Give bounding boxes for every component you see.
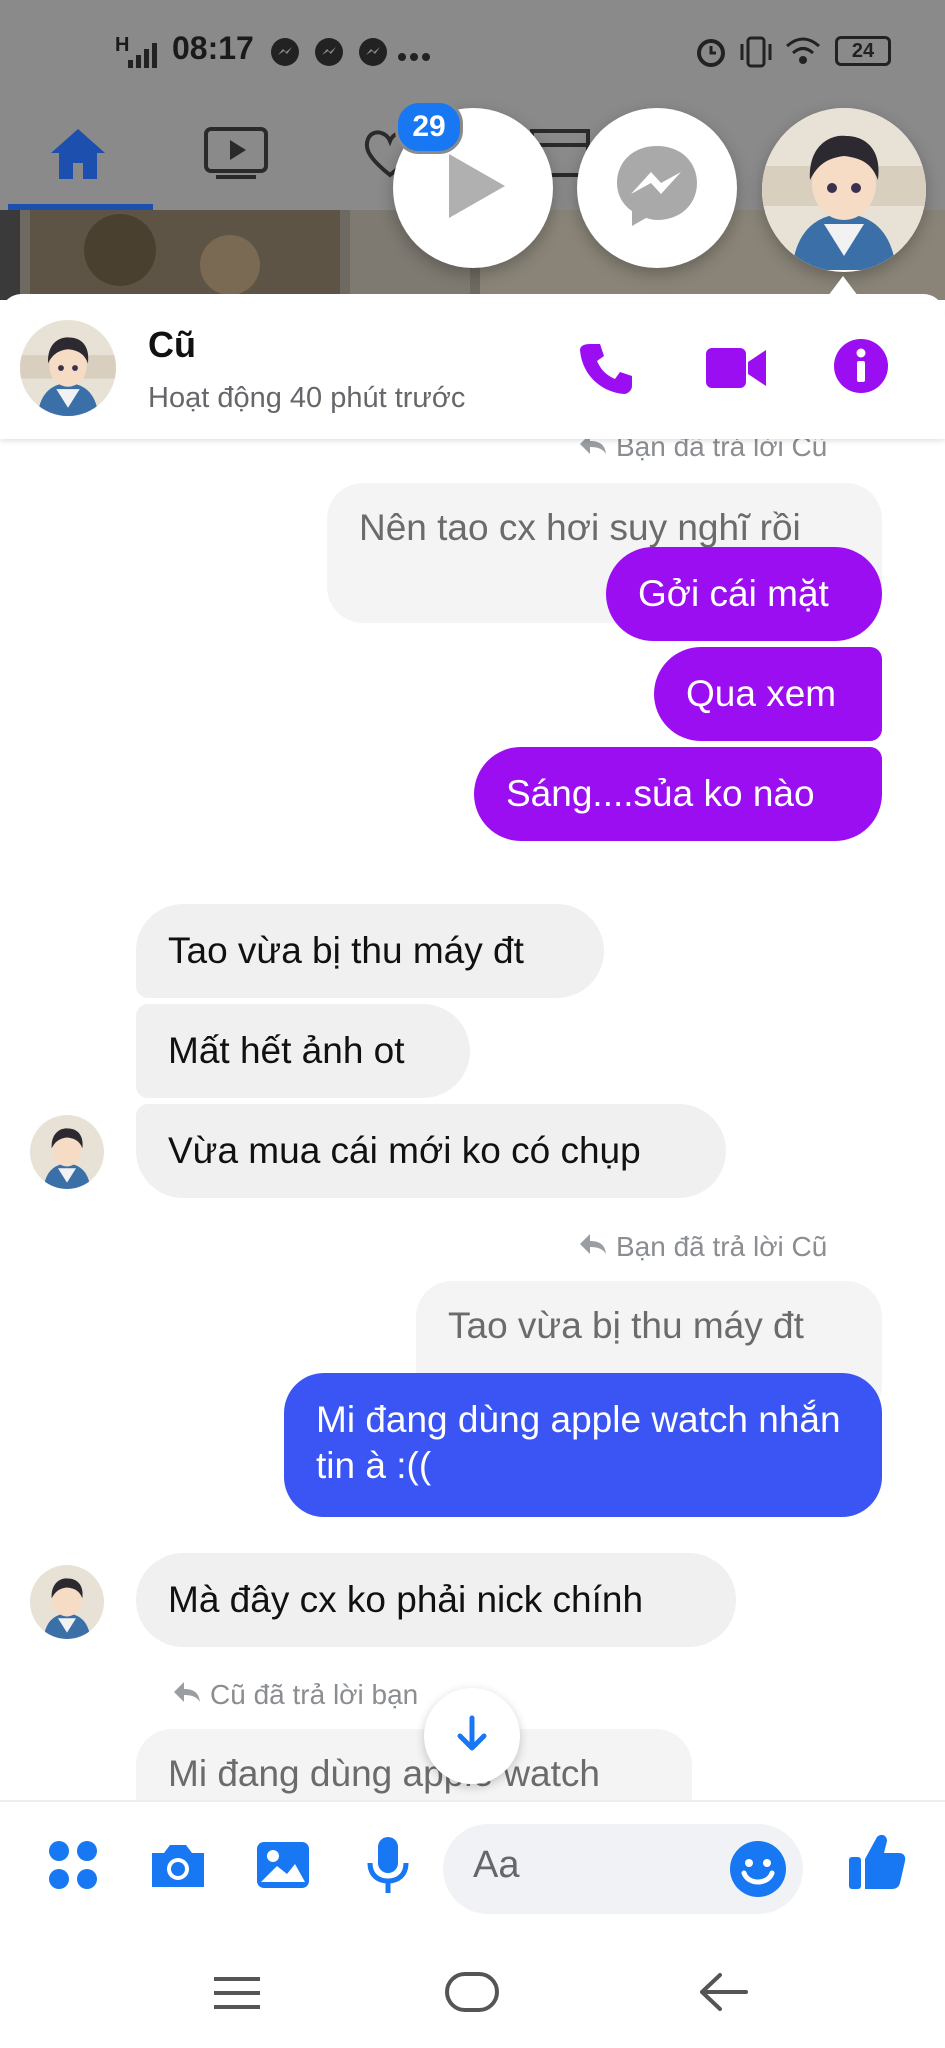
- like-button[interactable]: [842, 1828, 912, 1898]
- voice-button[interactable]: [353, 1832, 423, 1902]
- message-placeholder: Aa: [473, 1844, 520, 1886]
- apps-button[interactable]: [38, 1832, 108, 1902]
- sent-message[interactable]: Sáng....sủa ko nào: [474, 747, 882, 841]
- gallery-button[interactable]: [248, 1832, 318, 1902]
- reply-label: Bạn đã trả lời Cũ: [578, 1231, 827, 1263]
- signal-icon: [128, 42, 160, 73]
- recent-apps-icon[interactable]: [212, 1975, 262, 2016]
- received-message[interactable]: Mà đây cx ko phải nick chính: [136, 1553, 736, 1647]
- image-icon: [255, 1840, 311, 1895]
- sender-avatar[interactable]: [30, 1565, 104, 1639]
- battery-icon: 24: [835, 36, 891, 66]
- vibrate-icon: [738, 36, 774, 73]
- chat-header: Cũ Hoạt động 40 phút trước: [0, 294, 945, 439]
- reply-arrow-icon: [578, 1231, 608, 1263]
- back-icon[interactable]: [698, 1971, 748, 2018]
- watch-tab[interactable]: [196, 115, 276, 195]
- sent-message[interactable]: Qua xem: [654, 647, 882, 741]
- sent-message[interactable]: Gởi cái mặt: [606, 547, 882, 641]
- camera-button[interactable]: [143, 1832, 213, 1902]
- clock: 08:17: [172, 30, 254, 66]
- alarm-icon: [695, 36, 727, 73]
- arrow-down-icon: [452, 1714, 492, 1759]
- messenger-chat-head[interactable]: [577, 108, 737, 268]
- reply-arrow-icon: [578, 439, 608, 463]
- contact-avatar: [762, 108, 926, 272]
- received-message[interactable]: Mất hết ảnh ot: [136, 1004, 470, 1098]
- active-status: Hoạt động 40 phút trước: [148, 382, 466, 414]
- received-message[interactable]: Vừa mua cái mới ko có chụp: [136, 1104, 726, 1198]
- reply-arrow-icon: [172, 1679, 202, 1711]
- microphone-icon: [366, 1835, 410, 1900]
- chat-head-pointer: [828, 276, 858, 296]
- reply-label: Cũ đã trả lời bạn: [172, 1679, 418, 1711]
- contact-name[interactable]: Cũ: [148, 324, 196, 366]
- sender-avatar[interactable]: [30, 1115, 104, 1189]
- wifi-icon: [785, 36, 821, 71]
- home-tab[interactable]: [38, 115, 118, 195]
- contact-chat-head[interactable]: [762, 108, 926, 272]
- home-icon: [47, 125, 109, 186]
- sent-message[interactable]: Mi đang dùng apple watch nhắn tin à :((: [284, 1373, 882, 1517]
- video-play-icon: [433, 146, 513, 231]
- home-button-icon[interactable]: [444, 1971, 500, 2018]
- phone-icon[interactable]: [578, 340, 634, 401]
- video-call-icon[interactable]: [704, 344, 768, 397]
- more-dots-icon: [398, 48, 430, 66]
- message-composer: Aa: [0, 1800, 945, 1937]
- info-icon[interactable]: [833, 338, 889, 399]
- apps-icon: [45, 1837, 101, 1898]
- emoji-icon[interactable]: [728, 1839, 788, 1904]
- status-bar: H 08:17 24: [0, 0, 945, 100]
- system-nav-bar: [0, 1935, 945, 2048]
- message-input[interactable]: Aa: [443, 1824, 803, 1914]
- messenger-notification-icon: [358, 37, 388, 72]
- messenger-icon: [609, 138, 705, 239]
- camera-icon: [148, 1839, 208, 1896]
- header-avatar[interactable]: [20, 320, 116, 416]
- messenger-notification-icon: [270, 37, 300, 72]
- scroll-to-bottom-button[interactable]: [424, 1688, 520, 1784]
- video-tab-icon: [204, 125, 268, 186]
- received-message[interactable]: Tao vừa bị thu máy đt: [136, 904, 604, 998]
- notification-badge: 29: [395, 100, 463, 154]
- like-icon: [847, 1831, 907, 1896]
- messenger-notification-icon: [314, 37, 344, 72]
- reply-label: Bạn đã trả lời Cũ: [578, 439, 827, 463]
- battery-level: 24: [851, 39, 875, 62]
